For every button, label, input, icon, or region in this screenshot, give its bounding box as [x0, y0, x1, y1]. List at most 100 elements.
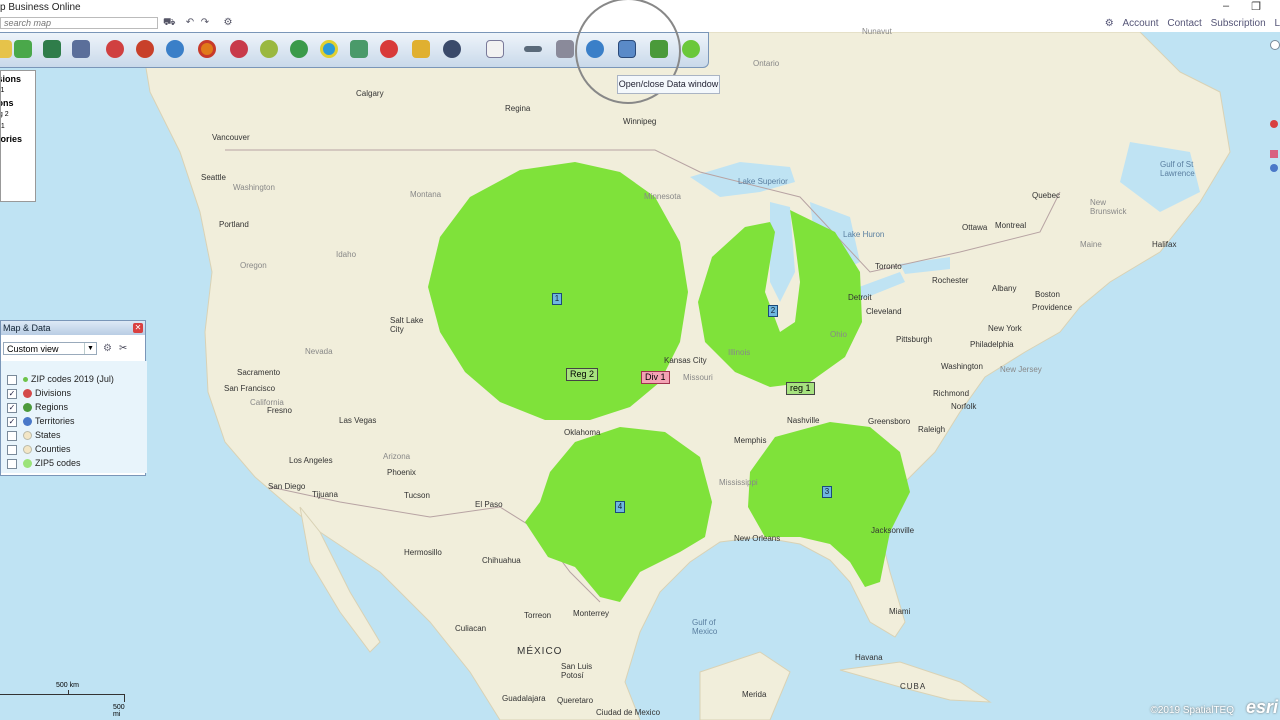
zoom-handle-icon[interactable]: [1270, 40, 1280, 50]
layer-checkbox[interactable]: [7, 430, 17, 441]
layer-item[interactable]: ✓ Regions: [7, 401, 68, 414]
help-icon[interactable]: [682, 40, 700, 58]
minimize-button[interactable]: –: [1218, 0, 1234, 12]
settings-gear-icon[interactable]: ⚙: [222, 17, 234, 29]
zip5-layer-icon: [23, 459, 32, 469]
layer-item[interactable]: ✓ Territories: [7, 415, 75, 428]
map-label: Gulf of Mexico: [692, 618, 718, 636]
map-label: New Brunswick: [1090, 198, 1127, 216]
map-label: Quebec: [1032, 191, 1061, 200]
notes-icon[interactable]: [412, 40, 430, 58]
restore-button[interactable]: ❐: [1248, 0, 1264, 13]
chevron-down-icon[interactable]: ▼: [84, 343, 96, 354]
route-icon[interactable]: [350, 40, 368, 58]
layer-item[interactable]: Counties: [7, 443, 71, 456]
contact-link[interactable]: Contact: [1167, 18, 1201, 29]
map-label: Philadelphia: [970, 340, 1014, 349]
layer-icon[interactable]: [290, 40, 308, 58]
view-select[interactable]: Custom view ▼: [3, 342, 97, 355]
territory-number-1[interactable]: 1: [552, 293, 562, 305]
territory-number-4[interactable]: 4: [615, 501, 625, 513]
layer-checkbox[interactable]: ✓: [7, 388, 17, 399]
map-label: Ottawa: [962, 223, 988, 232]
right-toolbar: [1270, 40, 1280, 180]
map-label: Fresno: [267, 406, 292, 415]
map-label: Washington: [941, 362, 983, 371]
legend-item: isions: [1, 74, 22, 84]
basemap: [0, 32, 1280, 720]
region-label-reg1[interactable]: reg 1: [786, 382, 815, 395]
save-icon[interactable]: [43, 40, 61, 58]
map-label: Lake Superior: [738, 177, 788, 186]
layer-checkbox[interactable]: [7, 444, 17, 455]
territory-number-3[interactable]: 3: [822, 486, 832, 498]
label-text-icon[interactable]: [486, 40, 504, 58]
map-label: San Diego: [268, 482, 306, 491]
map-label: San Francisco: [224, 384, 276, 393]
search-go-icon[interactable]: ⛟: [163, 17, 176, 29]
open-folder-icon[interactable]: [14, 40, 32, 58]
map-label: Boston: [1035, 290, 1060, 299]
map-label: Idaho: [336, 250, 357, 259]
states-layer-icon: [23, 431, 32, 441]
heatmap-icon[interactable]: [230, 40, 248, 58]
map-label: Nashville: [787, 416, 820, 425]
map-label: Arizona: [383, 452, 411, 461]
map-label: San Luis Potosí: [561, 662, 593, 680]
map-label: Tijuana: [312, 490, 338, 499]
layer-label: Divisions: [35, 388, 72, 398]
subscription-link[interactable]: Subscription: [1211, 18, 1266, 29]
layer-item[interactable]: States: [7, 429, 61, 442]
layer-checkbox[interactable]: ✓: [7, 416, 17, 427]
territory-tool-icon[interactable]: [136, 40, 154, 58]
pushpin-icon[interactable]: [106, 40, 124, 58]
map-label: Nevada: [305, 347, 333, 356]
top-links: ⚙ Account Contact Subscription L: [1099, 18, 1280, 29]
esri-logo: esri: [1245, 697, 1278, 717]
map-label: Jacksonville: [871, 526, 915, 535]
print-3d-icon[interactable]: [556, 40, 574, 58]
panel-close-icon[interactable]: ✕: [133, 323, 143, 333]
users-icon[interactable]: [72, 40, 90, 58]
map-label: Missouri: [683, 373, 713, 382]
pin-icon[interactable]: [1270, 150, 1278, 158]
search-input[interactable]: [0, 17, 158, 29]
undo-icon[interactable]: ↶: [184, 17, 196, 29]
layer-checkbox[interactable]: [7, 374, 17, 385]
division-label[interactable]: Div 1: [641, 371, 670, 384]
account-link[interactable]: Account: [1122, 18, 1158, 29]
gear-icon[interactable]: ⚙: [103, 343, 112, 354]
globe-icon[interactable]: [166, 40, 184, 58]
extra-link[interactable]: L: [1274, 18, 1280, 29]
map-label: Toronto: [875, 262, 902, 271]
layer-item[interactable]: ZIP codes 2019 (Jul): [7, 373, 114, 386]
layer-item[interactable]: ZIP5 codes: [7, 457, 81, 470]
scale-tick: [124, 694, 125, 702]
layer-label: ZIP codes 2019 (Jul): [31, 374, 114, 384]
tools-icon[interactable]: ✂: [119, 343, 127, 354]
scale-mi: 500 mi: [113, 704, 125, 718]
map-label: Chihuahua: [482, 556, 521, 565]
bubble-chart-icon[interactable]: [260, 40, 278, 58]
map-label: Portland: [219, 220, 249, 229]
layer-item[interactable]: ✓ Divisions: [7, 387, 71, 400]
ring-icon[interactable]: [320, 40, 338, 58]
territory-number-2[interactable]: 2: [768, 305, 778, 317]
map-label: Sacramento: [237, 368, 281, 377]
layer-checkbox[interactable]: ✓: [7, 402, 17, 413]
layer-checkbox[interactable]: [7, 458, 17, 469]
search-zoom-icon[interactable]: [443, 40, 461, 58]
legend-item: eg 2: [1, 111, 9, 118]
map-label: New Orleans: [734, 534, 781, 543]
clear-delete-icon[interactable]: [380, 40, 398, 58]
map-label: New York: [988, 324, 1022, 333]
magnifier-icon[interactable]: [1270, 164, 1278, 172]
map-canvas[interactable]: [0, 32, 1280, 720]
scale-tick: [68, 690, 69, 695]
region-label-reg2[interactable]: Reg 2: [566, 368, 599, 381]
folder-icon[interactable]: [0, 40, 12, 58]
redo-icon[interactable]: ↷: [199, 17, 211, 29]
radius-target-icon[interactable]: [198, 40, 216, 58]
ruler-icon[interactable]: [524, 46, 542, 52]
marker-icon[interactable]: [1270, 120, 1278, 128]
